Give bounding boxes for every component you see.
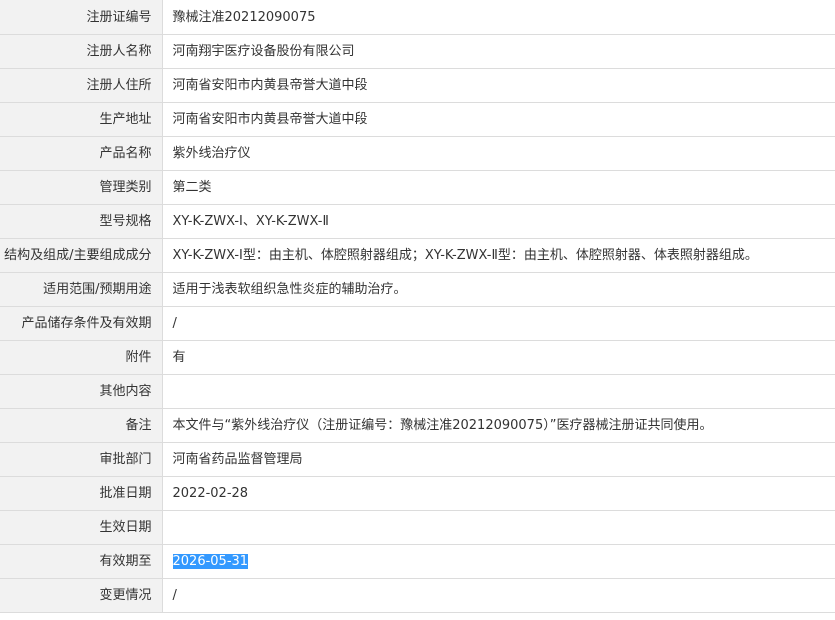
table-row: 批准日期 2022-02-28 [0, 476, 835, 511]
table-row: 适用范围/预期用途 适用于浅表软组织急性炎症的辅助治疗。 [0, 272, 835, 307]
row-value: 河南省安阳市内黄县帝誉大道中段 [162, 102, 835, 137]
table-row: 附件 有 [0, 340, 835, 375]
row-value: 河南省安阳市内黄县帝誉大道中段 [162, 68, 835, 103]
row-label: 变更情况 [0, 578, 163, 613]
table-row: 生产地址 河南省安阳市内黄县帝誉大道中段 [0, 102, 835, 137]
table-row: 有效期至 2026-05-31 [0, 544, 835, 579]
table-row: 其他内容 [0, 374, 835, 409]
table-row: 注册证编号 豫械注准20212090075 [0, 0, 835, 35]
row-label: 生效日期 [0, 510, 163, 545]
row-label: 管理类别 [0, 170, 163, 205]
table-row: 生效日期 [0, 510, 835, 545]
table-row: 结构及组成/主要组成成分 XY-K-ZWX-Ⅰ型：由主机、体腔照射器组成；XY-… [0, 238, 835, 273]
table-row: 注册人住所 河南省安阳市内黄县帝誉大道中段 [0, 68, 835, 103]
row-value: / [162, 578, 835, 613]
row-label: 产品名称 [0, 136, 163, 171]
row-value: 豫械注准20212090075 [162, 0, 835, 35]
row-value: 第二类 [162, 170, 835, 205]
row-value: 紫外线治疗仪 [162, 136, 835, 171]
registration-info-panel: 注册证编号 豫械注准20212090075 注册人名称 河南翔宇医疗设备股份有限… [0, 0, 835, 620]
row-label: 批准日期 [0, 476, 163, 511]
row-label: 注册证编号 [0, 0, 163, 35]
row-value: XY-K-ZWX-Ⅰ型：由主机、体腔照射器组成；XY-K-ZWX-Ⅱ型：由主机、… [162, 238, 835, 273]
row-value: 河南省药品监督管理局 [162, 442, 835, 477]
table-row: 管理类别 第二类 [0, 170, 835, 205]
row-label: 结构及组成/主要组成成分 [0, 238, 163, 273]
row-value[interactable]: 2026-05-31 [162, 544, 835, 579]
table-row: 审批部门 河南省药品监督管理局 [0, 442, 835, 477]
row-label: 注册人住所 [0, 68, 163, 103]
table-row: 型号规格 XY-K-ZWX-Ⅰ、XY-K-ZWX-Ⅱ [0, 204, 835, 239]
row-label: 生产地址 [0, 102, 163, 137]
row-value: 适用于浅表软组织急性炎症的辅助治疗。 [162, 272, 835, 307]
row-value: 2022-02-28 [162, 476, 835, 511]
table-row: 变更情况 / [0, 578, 835, 613]
row-value [162, 374, 835, 409]
row-label: 适用范围/预期用途 [0, 272, 163, 307]
row-label: 备注 [0, 408, 163, 443]
table-row: 备注 本文件与“紫外线治疗仪（注册证编号：豫械注准20212090075）”医疗… [0, 408, 835, 443]
row-label: 产品储存条件及有效期 [0, 306, 163, 341]
row-value [162, 510, 835, 545]
row-label: 审批部门 [0, 442, 163, 477]
row-value: 河南翔宇医疗设备股份有限公司 [162, 34, 835, 69]
selected-text[interactable]: 2026-05-31 [172, 554, 249, 569]
row-label: 注册人名称 [0, 34, 163, 69]
row-value: 本文件与“紫外线治疗仪（注册证编号：豫械注准20212090075）”医疗器械注… [162, 408, 835, 443]
table-row: 产品名称 紫外线治疗仪 [0, 136, 835, 171]
table-row: 产品储存条件及有效期 / [0, 306, 835, 341]
row-label: 其他内容 [0, 374, 163, 409]
row-value: / [162, 306, 835, 341]
row-value: 有 [162, 340, 835, 375]
row-label: 型号规格 [0, 204, 163, 239]
registration-info-table: 注册证编号 豫械注准20212090075 注册人名称 河南翔宇医疗设备股份有限… [0, 0, 835, 613]
row-label: 有效期至 [0, 544, 163, 579]
row-value: XY-K-ZWX-Ⅰ、XY-K-ZWX-Ⅱ [162, 204, 835, 239]
row-label: 附件 [0, 340, 163, 375]
table-row: 注册人名称 河南翔宇医疗设备股份有限公司 [0, 34, 835, 69]
